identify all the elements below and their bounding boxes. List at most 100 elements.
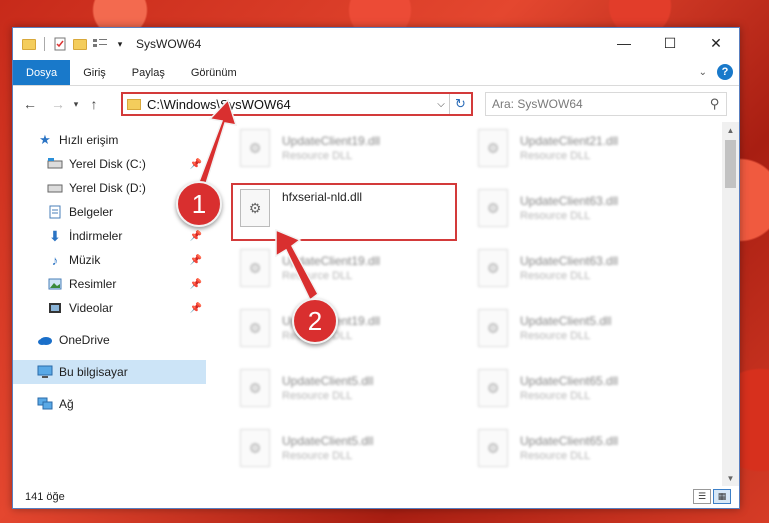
drive-icon [47,180,63,196]
tab-home[interactable]: Giriş [70,60,119,85]
list-item[interactable]: ⚙ UpdateClient5.dll Resource DLL [232,424,452,472]
file-highlight-box [231,183,457,241]
list-item[interactable]: ⚙ UpdateClient5.dll Resource DLL [470,304,690,352]
chevron-down-icon[interactable]: ▾ [112,36,128,52]
file-name: UpdateClient19.dll [282,254,381,268]
dll-file-icon: ⚙ [478,309,508,347]
music-icon: ♪ [51,252,59,268]
dll-file-icon: ⚙ [240,369,270,407]
dll-file-icon: ⚙ [478,189,508,227]
list-item[interactable]: ⚙ UpdateClient21.dll Resource DLL [470,124,690,172]
maximize-button[interactable]: ☐ [647,28,693,58]
sidebar-item-network[interactable]: Ağ [13,392,206,416]
back-button[interactable]: ← [19,93,41,115]
sidebar-item-downloads[interactable]: ⬇ İndirmeler 📌 [13,224,206,248]
pin-icon[interactable]: 📌 [190,159,202,170]
pin-icon[interactable]: 📌 [190,255,202,266]
tab-share[interactable]: Paylaş [119,60,178,85]
list-item[interactable]: ⚙ UpdateClient5.dll Resource DLL [232,364,452,412]
sidebar-item-quick-access[interactable]: ★ Hızlı erişim [13,128,206,152]
refresh-icon[interactable]: ↻ [449,94,471,114]
drive-icon [47,156,63,172]
pictures-icon [47,276,63,292]
file-name: UpdateClient63.dll [520,254,619,268]
pin-icon[interactable]: 📌 [190,231,202,242]
dll-file-icon: ⚙ [240,129,270,167]
file-name: UpdateClient19.dll [282,134,381,148]
dll-file-icon: ⚙ [240,309,270,347]
file-explorer-window: ▾ SysWOW64 — ☐ ✕ Dosya Giriş Paylaş Görü… [12,27,740,509]
recent-locations-button[interactable]: ▾ [69,93,83,115]
close-button[interactable]: ✕ [693,28,739,58]
file-type: Resource DLL [520,330,591,342]
new-folder-icon[interactable] [72,36,88,52]
navigation-pane: ★ Hızlı erişim Yerel Disk (C:) 📌 Yerel D… [13,122,206,486]
search-input[interactable]: Ara: SysWOW64 [492,97,710,111]
documents-icon [47,204,63,220]
sidebar-item-pictures[interactable]: Resimler 📌 [13,272,206,296]
dll-file-icon: ⚙ [478,369,508,407]
item-count: 141 öğe [25,491,65,503]
sidebar-item-videos[interactable]: Videolar 📌 [13,296,206,320]
scroll-up-arrow[interactable]: ▲ [722,122,739,138]
tab-view[interactable]: Görünüm [178,60,250,85]
file-name: UpdateClient21.dll [520,134,619,148]
sidebar-item-label: Hızlı erişim [59,133,119,147]
video-icon [47,300,63,316]
step-2-badge: 2 [292,298,338,344]
tab-file[interactable]: Dosya [13,60,71,85]
sidebar-item-label: İndirmeler [69,229,123,243]
dll-file-icon: ⚙ [240,429,270,467]
file-type: Resource DLL [282,390,353,402]
search-box[interactable]: Ara: SysWOW64 ⚲ [485,92,727,116]
chevron-down-icon[interactable]: ⌵ [433,99,449,110]
star-icon: ★ [39,132,51,147]
pin-icon[interactable]: 📌 [190,303,202,314]
up-button[interactable]: ↑ [83,93,105,115]
list-item[interactable]: ⚙ UpdateClient65.dll Resource DLL [470,364,690,412]
list-item[interactable]: ⚙ UpdateClient63.dll Resource DLL [470,244,690,292]
sidebar-item-label: Belgeler [69,205,114,219]
details-view-button[interactable]: ☰ [693,489,711,504]
expand-ribbon-icon[interactable]: ⌄ [699,67,707,78]
separator [44,37,45,51]
properties-icon[interactable] [52,36,68,52]
address-path[interactable]: C:\Windows\SysWOW64 [147,97,433,112]
file-list: ⚙ UpdateClient19.dll Resource DLL ⚙ hfxse… [206,122,739,486]
large-icons-view-button[interactable]: ▦ [713,489,731,504]
window-title: SysWOW64 [136,37,202,51]
sidebar-item-label: Videolar [69,301,113,315]
status-bar: 141 öğe ☰ ▦ [13,486,739,508]
file-type: Resource DLL [520,210,591,222]
list-item[interactable]: ⚙ UpdateClient19.dll Resource DLL [232,244,452,292]
list-item[interactable]: ⚙ UpdateClient19.dllResource DLL [232,304,452,352]
vertical-scrollbar[interactable]: ▲ ▼ [722,122,739,486]
scroll-down-arrow[interactable]: ▼ [722,470,739,486]
file-name: UpdateClient65.dll [520,434,619,448]
sidebar-item-label: Ağ [59,397,74,411]
sidebar-item-local-disk-c[interactable]: Yerel Disk (C:) 📌 [13,152,206,176]
list-item[interactable]: ⚙ UpdateClient19.dllResource DLL [232,124,452,172]
address-bar[interactable]: C:\Windows\SysWOW64 ⌵ ↻ [121,92,473,116]
title-bar: ▾ SysWOW64 — ☐ ✕ [13,28,739,60]
dll-file-icon: ⚙ [240,249,270,287]
pin-icon[interactable]: 📌 [190,279,202,290]
sidebar-item-this-pc[interactable]: Bu bilgisayar [13,360,206,384]
search-icon[interactable]: ⚲ [710,96,720,112]
sidebar-item-onedrive[interactable]: OneDrive [13,328,206,352]
scroll-thumb[interactable] [725,140,736,188]
customize-toolbar-icon[interactable] [92,36,108,52]
list-item[interactable]: ⚙ UpdateClient63.dll Resource DLL [470,184,690,232]
file-type: Resource DLL [520,450,591,462]
sidebar-item-music[interactable]: ♪ Müzik 📌 [13,248,206,272]
file-type: Resource DLL [520,150,591,162]
list-item[interactable]: ⚙ UpdateClient65.dll Resource DLL [470,424,690,472]
file-type: Resource DLL [282,270,353,282]
sidebar-item-label: OneDrive [59,333,110,347]
minimize-button[interactable]: — [601,28,647,58]
cloud-icon [37,332,53,348]
help-icon[interactable]: ? [717,64,733,80]
forward-button[interactable]: → [47,93,69,115]
network-icon [37,396,53,412]
file-name: UpdateClient5.dll [282,374,374,388]
